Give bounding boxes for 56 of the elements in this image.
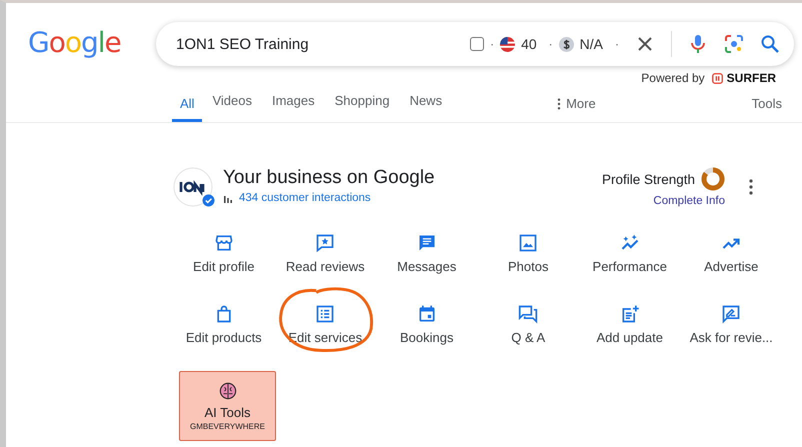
list-icon: [315, 304, 336, 324]
tab[interactable]: All: [172, 96, 202, 122]
country-count: 40: [521, 36, 537, 52]
search-field[interactable]: 1ON1 SEO Training · 40 · N/A ·: [156, 22, 794, 66]
search-query: 1ON1 SEO Training: [176, 36, 310, 52]
action-button[interactable]: Edit profile: [173, 233, 274, 274]
separator-dot: ·: [615, 37, 619, 51]
message-icon: [416, 233, 437, 253]
tab[interactable]: Videos: [202, 93, 262, 122]
qa-icon: [518, 304, 538, 324]
google-logo[interactable]: Google: [24, 24, 126, 64]
dollar-icon: [558, 36, 574, 52]
review-icon: [315, 233, 336, 253]
ai-tools-subtitle: GMBEVERYWHERE: [190, 422, 265, 430]
action-button[interactable]: Performance: [579, 233, 680, 274]
separator-dot: ·: [548, 37, 553, 51]
action-button[interactable]: Advertise: [680, 233, 782, 274]
more-icon: [557, 98, 562, 110]
action-button[interactable]: Read reviews: [274, 233, 376, 274]
action-button[interactable]: Bookings: [376, 304, 478, 345]
business-logo: [173, 167, 213, 207]
complete-info-link[interactable]: Complete Info: [653, 195, 725, 207]
action-button[interactable]: Add update: [579, 304, 680, 345]
cost-value: N/A: [580, 36, 603, 52]
photo-icon: [518, 233, 538, 253]
action-button[interactable]: Messages: [376, 233, 478, 274]
ask-icon: [721, 304, 742, 324]
camera-icon[interactable]: [724, 34, 744, 54]
action-button[interactable]: Ask for revie...: [680, 304, 782, 345]
action-button[interactable]: Edit products: [173, 304, 274, 345]
tab[interactable]: Shopping: [324, 93, 400, 122]
bar-chart-icon: [223, 193, 233, 203]
brain-icon: [218, 382, 236, 400]
interactions-link[interactable]: 434 customer interactions: [239, 192, 371, 204]
tab[interactable]: Images: [262, 93, 325, 122]
store-icon: [214, 233, 234, 253]
post-icon: [620, 304, 640, 324]
business-title: Your business on Google: [223, 167, 436, 189]
action-button[interactable]: Photos: [478, 233, 579, 274]
action-button[interactable]: Q & A: [478, 304, 579, 345]
more-options-icon[interactable]: [749, 179, 753, 195]
calendar-icon: [416, 304, 437, 324]
tab[interactable]: News: [400, 93, 452, 122]
microphone-icon[interactable]: [688, 34, 708, 54]
surfer-logo-icon: [712, 72, 723, 84]
verified-icon: [202, 194, 215, 207]
tools-tab[interactable]: Tools: [752, 96, 782, 122]
flag-icon: [500, 36, 516, 52]
powered-by-text: Powered by: [641, 71, 705, 85]
separator-dot: ·: [490, 37, 494, 51]
profile-strength-label: Profile Strength: [602, 172, 695, 186]
search-icon[interactable]: [760, 34, 780, 54]
surfer-brand: SURFER: [726, 71, 776, 85]
ai-tools-button[interactable]: AI Tools GMBEVERYWHERE: [179, 371, 276, 441]
checkbox[interactable]: [470, 37, 484, 51]
more-menu[interactable]: More: [557, 96, 596, 122]
